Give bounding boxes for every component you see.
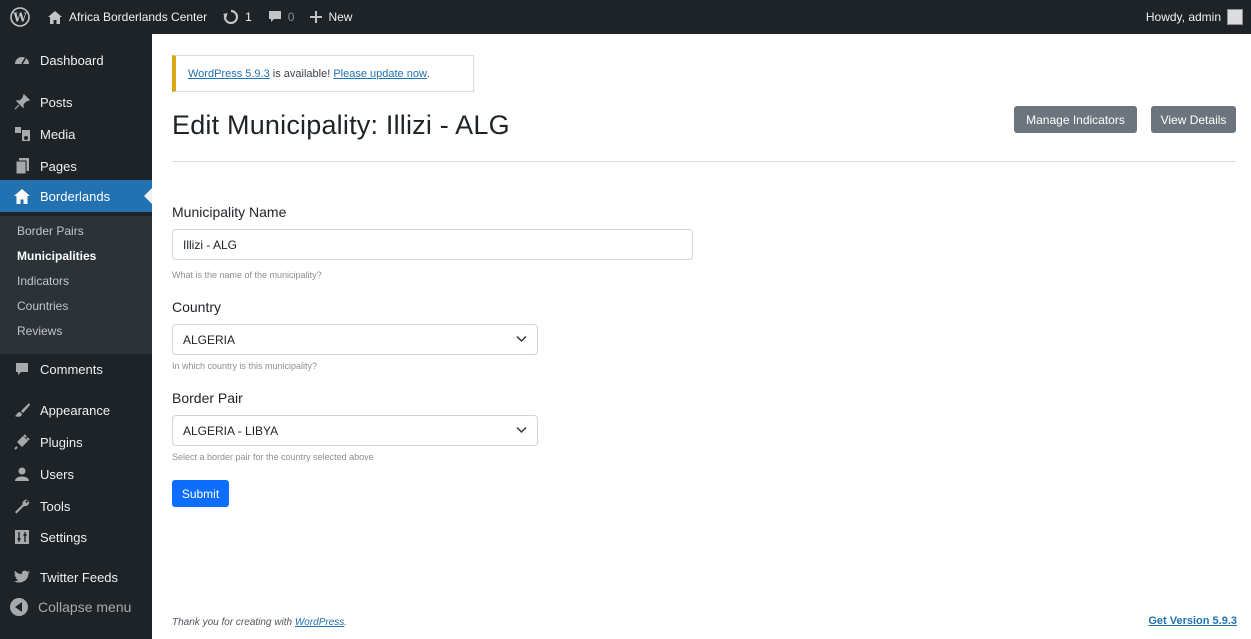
pin-icon	[12, 92, 32, 112]
settings-icon	[12, 527, 32, 547]
sidebar-item-label: Borderlands	[40, 188, 111, 204]
main-content: WordPress 5.9.3 is available! Please upd…	[152, 34, 1251, 639]
sidebar-item-label: Settings	[40, 529, 87, 545]
sidebar-item-tools[interactable]: Tools	[0, 490, 152, 522]
municipality-name-label: Municipality Name	[172, 204, 287, 220]
municipality-name-help: What is the name of the municipality?	[172, 270, 322, 280]
update-notice: WordPress 5.9.3 is available! Please upd…	[172, 55, 474, 92]
manage-indicators-button[interactable]: Manage Indicators	[1014, 106, 1137, 133]
plugin-icon	[12, 432, 32, 452]
chevron-down-icon	[516, 426, 527, 434]
refresh-icon	[223, 9, 239, 25]
sidebar-item-borderlands[interactable]: Borderlands	[0, 180, 152, 212]
sidebar-item-users[interactable]: Users	[0, 458, 152, 490]
sidebar-item-label: Pages	[40, 158, 77, 174]
notice-text: is available!	[269, 67, 334, 80]
sidebar-item-label: Plugins	[40, 434, 83, 450]
footer-thanks-end: .	[344, 617, 348, 628]
notice-end: .	[426, 67, 430, 80]
sidebar-item-settings[interactable]: Settings	[0, 521, 152, 553]
svg-text:W: W	[12, 11, 27, 25]
wordpress-link[interactable]: WordPress	[295, 617, 344, 628]
sidebar-item-label: Comments	[40, 361, 103, 377]
twitter-icon	[12, 567, 32, 587]
footer-thanks: Thank you for creating with WordPress.	[172, 617, 347, 628]
collapse-menu-label: Collapse menu	[38, 599, 132, 615]
sidebar-item-pages[interactable]: Pages	[0, 150, 152, 182]
sidebar-item-comments[interactable]: Comments	[0, 353, 152, 385]
brush-icon	[12, 400, 32, 420]
collapse-arrow-icon	[10, 598, 28, 616]
comment-icon	[12, 359, 32, 379]
submenu-reviews[interactable]: Reviews	[17, 324, 62, 338]
country-help: In which country is this municipality?	[172, 361, 318, 371]
new-content-link[interactable]: New	[302, 0, 360, 34]
country-label: Country	[172, 299, 222, 315]
admin-bar: W Africa Borderlands Center 1 0 New Howd…	[0, 0, 1251, 34]
avatar	[1227, 9, 1243, 25]
admin-sidebar: Dashboard Posts Media Pages Borderlands …	[0, 34, 152, 639]
borderlands-submenu: Border Pairs Municipalities Indicators C…	[0, 216, 152, 354]
site-name-label: Africa Borderlands Center	[69, 10, 208, 24]
municipality-name-input[interactable]: Illizi - ALG	[172, 229, 693, 260]
country-selected-value: ALGERIA	[183, 332, 236, 347]
pages-icon	[12, 156, 32, 176]
border-pair-selected-value: ALGERIA - LIBYA	[183, 423, 279, 438]
sidebar-item-label: Users	[40, 466, 74, 482]
home-icon	[12, 186, 32, 206]
sidebar-item-label: Posts	[40, 94, 73, 110]
submenu-indicators[interactable]: Indicators	[17, 274, 69, 288]
sidebar-item-label: Tools	[40, 498, 71, 514]
page-title: Edit Municipality: Illizi - ALG	[172, 110, 510, 140]
sidebar-item-label: Dashboard	[40, 52, 104, 68]
submenu-border-pairs[interactable]: Border Pairs	[17, 224, 84, 238]
comments-link[interactable]: 0	[260, 0, 303, 34]
site-name-link[interactable]: Africa Borderlands Center	[40, 0, 215, 34]
sidebar-item-posts[interactable]: Posts	[0, 86, 152, 118]
border-pair-select[interactable]: ALGERIA - LIBYA	[172, 415, 538, 446]
sidebar-item-label: Appearance	[40, 402, 111, 418]
wordpress-version-link[interactable]: WordPress 5.9.3	[188, 68, 270, 80]
submenu-municipalities[interactable]: Municipalities	[17, 249, 96, 263]
sidebar-item-label: Twitter Feeds	[40, 569, 119, 585]
submenu-countries[interactable]: Countries	[17, 299, 68, 313]
footer-thanks-text: Thank you for creating with	[172, 617, 295, 628]
submit-button[interactable]: Submit	[172, 480, 229, 507]
sidebar-item-appearance[interactable]: Appearance	[0, 394, 152, 426]
dashboard-icon	[12, 50, 32, 70]
sidebar-item-dashboard[interactable]: Dashboard	[0, 44, 152, 76]
collapse-menu-button[interactable]: Collapse menu	[10, 598, 131, 616]
country-select[interactable]: ALGERIA	[172, 324, 538, 355]
home-icon	[48, 10, 62, 24]
media-icon	[12, 124, 32, 144]
updates-count: 1	[245, 10, 252, 24]
divider	[172, 161, 1236, 162]
wordpress-logo-icon[interactable]: W	[0, 0, 40, 34]
new-label: New	[328, 10, 353, 24]
howdy-label: Howdy, admin	[1145, 10, 1221, 24]
updates-link[interactable]: 1	[215, 0, 260, 34]
sidebar-item-twitter-feeds[interactable]: Twitter Feeds	[0, 561, 152, 593]
sidebar-item-label: Media	[40, 126, 76, 142]
sidebar-item-media[interactable]: Media	[0, 118, 152, 150]
plus-icon	[310, 11, 323, 23]
chevron-down-icon	[516, 335, 527, 343]
update-now-link[interactable]: Please update now	[333, 68, 427, 80]
wrench-icon	[12, 496, 32, 516]
my-account-link[interactable]: Howdy, admin	[1138, 0, 1251, 34]
comment-icon	[268, 11, 281, 22]
view-details-button[interactable]: View Details	[1151, 106, 1236, 133]
sidebar-item-plugins[interactable]: Plugins	[0, 426, 152, 458]
border-pair-label: Border Pair	[172, 390, 243, 406]
users-icon	[12, 464, 32, 484]
comments-count: 0	[287, 10, 295, 24]
get-version-link[interactable]: Get Version 5.9.3	[1148, 615, 1237, 627]
border-pair-help: Select a border pair for the country sel…	[172, 452, 374, 462]
